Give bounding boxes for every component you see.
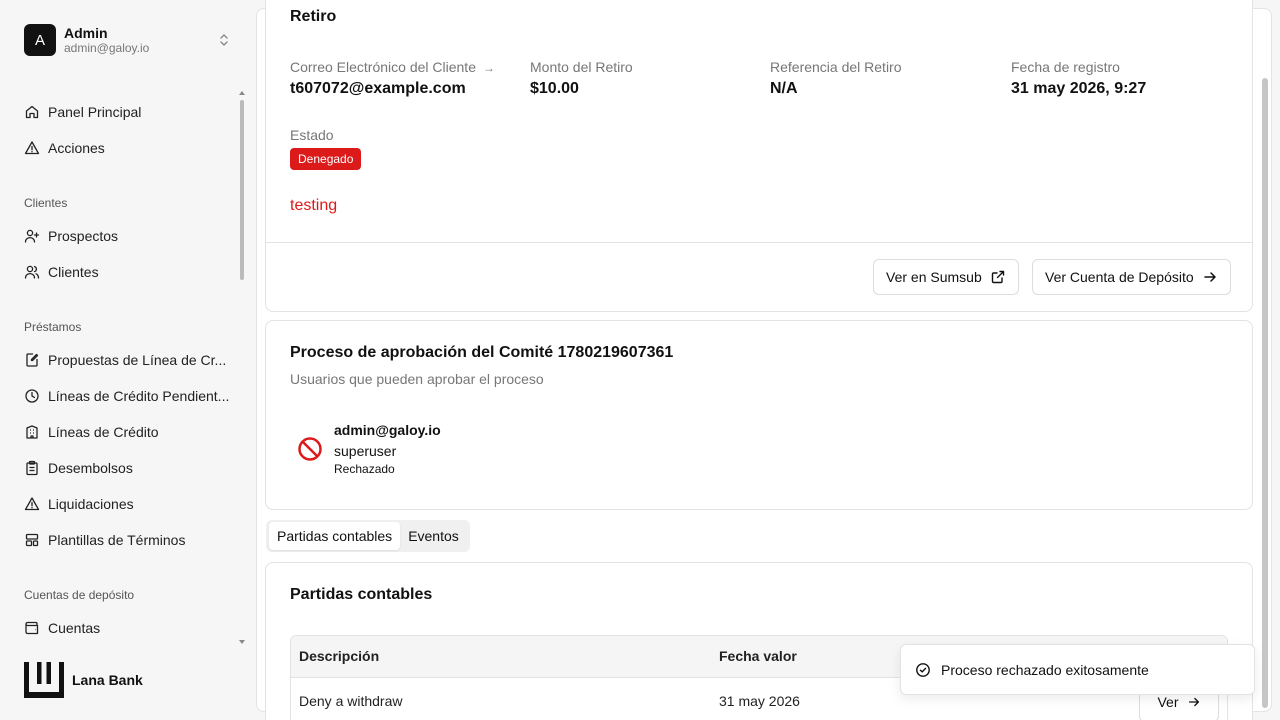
brand-name: Lana Bank: [72, 672, 143, 688]
success-toast[interactable]: Proceso rechazado exitosamente: [900, 644, 1255, 695]
arrow-right-icon: [1188, 697, 1199, 707]
account-name: Admin: [64, 24, 108, 41]
reference-label: Referencia del Retiro: [770, 59, 902, 75]
wallet-icon: [25, 621, 39, 635]
chevrons-up-down-icon: [220, 34, 228, 46]
sidebar-scroll-down[interactable]: [239, 640, 245, 644]
sidebar-item-plantillas[interactable]: Plantillas de Términos: [24, 530, 185, 550]
view-sumsub-button[interactable]: Ver en Sumsub: [873, 259, 1019, 295]
sidebar-item-label: Propuestas de Línea de Cr...: [48, 352, 227, 368]
sidebar-item-label: Desembolsos: [48, 460, 133, 476]
ban-icon: [298, 437, 322, 461]
sidebar-scrollbar[interactable]: [240, 100, 244, 280]
sidebar-item-label: Clientes: [48, 264, 99, 280]
sidebar-item-prospectos[interactable]: Prospectos: [24, 226, 118, 246]
arrow-right-icon: [1203, 272, 1216, 282]
layout-icon: [25, 533, 39, 547]
sidebar-scroll-up[interactable]: [239, 91, 245, 95]
tab-partidas-contables[interactable]: Partidas contables: [269, 522, 401, 550]
sidebar-item-lineas-credito[interactable]: Líneas de Crédito: [24, 422, 159, 442]
view-sumsub-label: Ver en Sumsub: [886, 269, 982, 285]
sidebar: A Admin admin@galoy.io Panel Principal A…: [0, 0, 256, 720]
external-link-icon: [991, 270, 1004, 284]
customer-email-value: t607072@example.com: [290, 80, 466, 97]
account-switcher[interactable]: A Admin admin@galoy.io: [24, 24, 240, 56]
date-value: 31 may 2026, 9:27: [1011, 80, 1147, 97]
voter-status: Rechazado: [334, 462, 395, 476]
home-icon: [25, 105, 39, 119]
voter-email: admin@galoy.io: [334, 422, 441, 438]
denial-reason: testing: [290, 197, 338, 214]
toast-message: Proceso rechazado exitosamente: [941, 661, 1149, 678]
account-info: Admin admin@galoy.io: [64, 25, 216, 56]
alert-triangle-icon: [24, 141, 40, 155]
lana-bank-logo: [24, 662, 64, 698]
sidebar-item-label: Panel Principal: [48, 104, 142, 120]
nav-group-prestamos: Préstamos: [24, 320, 82, 334]
user-plus-icon: [24, 229, 40, 243]
arrow-right-icon: →: [482, 61, 495, 75]
users-icon: [24, 265, 40, 279]
customer-email-label-text: Correo Electrónico del Cliente: [290, 59, 476, 75]
sidebar-item-liquidaciones[interactable]: Liquidaciones: [24, 494, 134, 514]
sidebar-nav: Panel Principal Acciones Clientes Prospe…: [0, 88, 240, 648]
view-deposit-account-button[interactable]: Ver Cuenta de Depósito: [1032, 259, 1231, 295]
brand: Lana Bank: [24, 662, 143, 698]
ledger-title: Partidas contables: [290, 586, 433, 603]
clipboard-icon: [26, 460, 38, 476]
account-email: admin@galoy.io: [64, 40, 150, 55]
nav-group-clientes: Clientes: [24, 196, 68, 210]
clock-icon: [25, 389, 39, 403]
sidebar-item-label: Líneas de Crédito Pendient...: [48, 388, 230, 404]
withdrawal-title: Retiro: [290, 8, 337, 25]
sidebar-item-lineas-pendientes[interactable]: Líneas de Crédito Pendient...: [24, 386, 229, 406]
card-divider: [266, 242, 1252, 243]
approval-subtitle: Usuarios que pueden aprobar el proceso: [290, 371, 544, 387]
tab-eventos[interactable]: Eventos: [400, 522, 467, 550]
sidebar-item-label: Acciones: [48, 140, 105, 156]
amount-label: Monto del Retiro: [530, 59, 633, 75]
nav-group-cuentas-deposito: Cuentas de depósito: [24, 588, 135, 602]
column-header-date: Fecha valor: [719, 648, 797, 664]
avatar: A: [24, 24, 56, 56]
main-scrollbar[interactable]: [1262, 78, 1268, 708]
reference-value: N/A: [770, 80, 798, 97]
sidebar-item-propuestas[interactable]: Propuestas de Línea de Cr...: [24, 350, 226, 370]
sidebar-item-desembolsos[interactable]: Desembolsos: [24, 458, 133, 478]
bank-icon: [26, 425, 38, 439]
approval-title: Proceso de aprobación del Comité 1780219…: [290, 344, 674, 361]
voter-role: superuser: [334, 443, 397, 459]
sidebar-item-acciones[interactable]: Acciones: [24, 138, 105, 158]
check-circle-icon: [916, 662, 930, 677]
sidebar-item-label: Prospectos: [48, 228, 119, 244]
date-label: Fecha de registro: [1011, 59, 1120, 75]
column-header-description: Descripción: [299, 648, 380, 664]
alert-triangle-icon: [24, 497, 40, 511]
detail-tabs: Partidas contables Eventos: [266, 520, 470, 552]
view-deposit-account-label: Ver Cuenta de Depósito: [1045, 269, 1194, 285]
sidebar-item-label: Líneas de Crédito: [48, 424, 159, 440]
file-edit-icon: [26, 353, 39, 367]
sidebar-item-label: Cuentas: [48, 620, 101, 636]
sidebar-item-clientes[interactable]: Clientes: [24, 262, 99, 282]
sidebar-item-cuentas[interactable]: Cuentas: [24, 618, 100, 638]
sidebar-item-label: Liquidaciones: [48, 496, 134, 512]
status-label: Estado: [290, 127, 334, 143]
amount-value: $10.00: [530, 80, 579, 97]
sidebar-item-panel-principal[interactable]: Panel Principal: [24, 102, 141, 122]
row-description: Deny a withdraw: [299, 693, 403, 709]
sidebar-item-label: Plantillas de Términos: [48, 532, 186, 548]
status-badge: Denegado: [290, 148, 362, 170]
row-view-label: Ver: [1157, 694, 1179, 710]
customer-email-label[interactable]: Correo Electrónico del Cliente →: [290, 59, 495, 75]
row-date: 31 may 2026: [719, 693, 800, 709]
